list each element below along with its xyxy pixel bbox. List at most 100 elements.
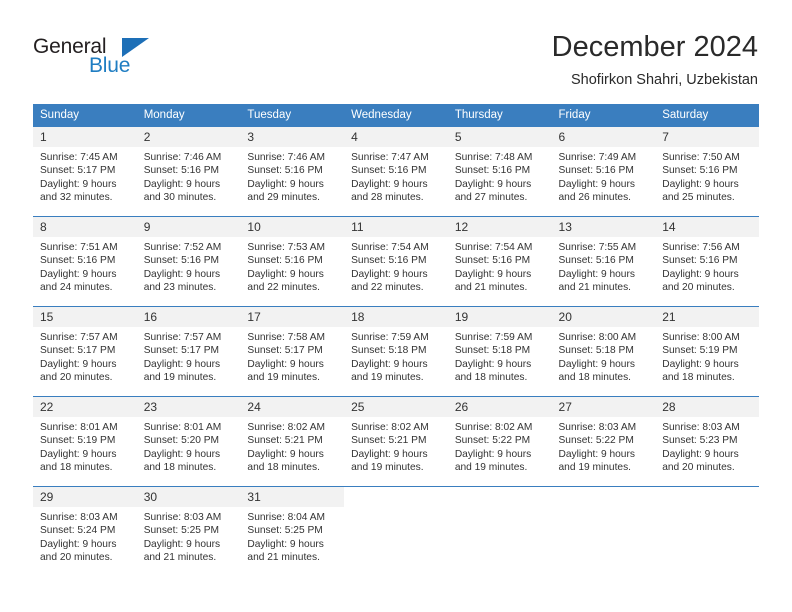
sunset-text: Sunset: 5:21 PM: [247, 435, 323, 447]
day-details: Sunrise: 7:57 AM Sunset: 5:17 PM Dayligh…: [33, 327, 137, 385]
sunset-text: Sunset: 5:16 PM: [662, 255, 738, 267]
calendar-day-cell[interactable]: 14 Sunrise: 7:56 AM Sunset: 5:16 PM Dayl…: [655, 216, 759, 307]
daylight-text-line1: Daylight: 9 hours: [247, 268, 324, 280]
day-number: 6: [551, 127, 656, 147]
calendar-day-cell[interactable]: 26 Sunrise: 8:02 AM Sunset: 5:22 PM Dayl…: [447, 396, 552, 487]
sunset-text: Sunset: 5:16 PM: [351, 165, 427, 177]
calendar-day-cell[interactable]: 5 Sunrise: 7:48 AM Sunset: 5:16 PM Dayli…: [447, 126, 552, 217]
calendar-day-cell[interactable]: 30 Sunrise: 8:03 AM Sunset: 5:25 PM Dayl…: [136, 486, 241, 583]
day-details: Sunrise: 8:01 AM Sunset: 5:20 PM Dayligh…: [137, 417, 241, 475]
daylight-text-line2: and 18 minutes.: [143, 462, 217, 474]
sunrise-text: Sunrise: 7:57 AM: [40, 332, 118, 343]
calendar-day-cell[interactable]: 13 Sunrise: 7:55 AM Sunset: 5:16 PM Dayl…: [551, 216, 656, 307]
daylight-text-line1: Daylight: 9 hours: [662, 358, 739, 370]
calendar-day-cell[interactable]: 19 Sunrise: 7:59 AM Sunset: 5:18 PM Dayl…: [447, 306, 552, 397]
calendar-day-cell[interactable]: 8 Sunrise: 7:51 AM Sunset: 5:16 PM Dayli…: [33, 216, 137, 307]
day-details: Sunrise: 8:04 AM Sunset: 5:25 PM Dayligh…: [240, 507, 344, 565]
day-details: Sunrise: 8:02 AM Sunset: 5:21 PM Dayligh…: [344, 417, 448, 475]
sunrise-text: Sunrise: 7:57 AM: [143, 332, 222, 343]
general-blue-logo[interactable]: General Blue: [33, 36, 183, 82]
calendar-day-cell[interactable]: 25 Sunrise: 8:02 AM Sunset: 5:21 PM Dayl…: [344, 396, 448, 487]
sunrise-text: Sunrise: 8:03 AM: [40, 512, 118, 523]
calendar-day-cell[interactable]: 28 Sunrise: 8:03 AM Sunset: 5:23 PM Dayl…: [655, 396, 759, 487]
day-number: [447, 487, 552, 507]
day-details: Sunrise: 7:54 AM Sunset: 5:16 PM Dayligh…: [344, 237, 448, 295]
day-number: 13: [551, 217, 656, 237]
sunset-text: Sunset: 5:22 PM: [454, 435, 531, 447]
sunset-text: Sunset: 5:17 PM: [40, 165, 116, 177]
daylight-text-line1: Daylight: 9 hours: [143, 538, 221, 550]
daylight-text-line1: Daylight: 9 hours: [40, 358, 117, 370]
calendar-day-cell[interactable]: 10 Sunrise: 7:53 AM Sunset: 5:16 PM Dayl…: [240, 216, 345, 307]
day-details: Sunrise: 8:03 AM Sunset: 5:24 PM Dayligh…: [33, 507, 137, 565]
daylight-text-line2: and 19 minutes.: [351, 462, 424, 474]
sunrise-text: Sunrise: 7:55 AM: [558, 242, 637, 253]
day-number: 10: [240, 217, 345, 237]
day-number: 15: [33, 307, 137, 327]
calendar-day-cell[interactable]: 18 Sunrise: 7:59 AM Sunset: 5:18 PM Dayl…: [344, 306, 448, 397]
daylight-text-line1: Daylight: 9 hours: [40, 268, 117, 280]
calendar-day-cell[interactable]: 31 Sunrise: 8:04 AM Sunset: 5:25 PM Dayl…: [240, 486, 345, 583]
calendar-table: Sunday Monday Tuesday Wednesday Thursday…: [33, 104, 759, 583]
day-details: Sunrise: 8:02 AM Sunset: 5:22 PM Dayligh…: [448, 417, 552, 475]
day-number: 1: [33, 127, 137, 147]
calendar-day-cell[interactable]: 11 Sunrise: 7:54 AM Sunset: 5:16 PM Dayl…: [344, 216, 448, 307]
calendar-page: General Blue December 2024 Shofirkon Sha…: [0, 0, 792, 612]
daylight-text-line1: Daylight: 9 hours: [558, 448, 635, 460]
daylight-text-line2: and 24 minutes.: [40, 282, 113, 294]
calendar-day-cell[interactable]: 24 Sunrise: 8:02 AM Sunset: 5:21 PM Dayl…: [240, 396, 345, 487]
calendar-day-cell[interactable]: 21 Sunrise: 8:00 AM Sunset: 5:19 PM Dayl…: [655, 306, 759, 397]
sunrise-text: Sunrise: 8:02 AM: [351, 422, 429, 433]
daylight-text-line1: Daylight: 9 hours: [454, 268, 532, 280]
daylight-text-line1: Daylight: 9 hours: [247, 538, 324, 550]
calendar-day-cell[interactable]: 6 Sunrise: 7:49 AM Sunset: 5:16 PM Dayli…: [551, 126, 656, 217]
calendar-day-cell[interactable]: 29 Sunrise: 8:03 AM Sunset: 5:24 PM Dayl…: [33, 486, 137, 583]
calendar-week-row: 15 Sunrise: 7:57 AM Sunset: 5:17 PM Dayl…: [33, 306, 759, 397]
day-number: 16: [136, 307, 241, 327]
weekday-header-sunday: Sunday: [33, 104, 137, 127]
calendar-day-cell[interactable]: 4 Sunrise: 7:47 AM Sunset: 5:16 PM Dayli…: [344, 126, 448, 217]
title-block: December 2024 Shofirkon Shahri, Uzbekist…: [552, 30, 758, 90]
sunset-text: Sunset: 5:17 PM: [143, 345, 220, 357]
calendar-day-cell[interactable]: 23 Sunrise: 8:01 AM Sunset: 5:20 PM Dayl…: [136, 396, 241, 487]
day-number: 17: [240, 307, 345, 327]
daylight-text-line1: Daylight: 9 hours: [247, 448, 324, 460]
daylight-text-line1: Daylight: 9 hours: [143, 268, 221, 280]
sunset-text: Sunset: 5:24 PM: [40, 525, 116, 537]
calendar-day-cell[interactable]: 2 Sunrise: 7:46 AM Sunset: 5:16 PM Dayli…: [136, 126, 241, 217]
calendar-day-cell[interactable]: 9 Sunrise: 7:52 AM Sunset: 5:16 PM Dayli…: [136, 216, 241, 307]
day-details: Sunrise: 7:59 AM Sunset: 5:18 PM Dayligh…: [344, 327, 448, 385]
sunrise-text: Sunrise: 8:02 AM: [247, 422, 325, 433]
calendar-day-cell[interactable]: 22 Sunrise: 8:01 AM Sunset: 5:19 PM Dayl…: [33, 396, 137, 487]
daylight-text-line1: Daylight: 9 hours: [143, 178, 221, 190]
sunset-text: Sunset: 5:16 PM: [247, 165, 323, 177]
calendar-day-cell[interactable]: 15 Sunrise: 7:57 AM Sunset: 5:17 PM Dayl…: [33, 306, 137, 397]
day-details: Sunrise: 7:53 AM Sunset: 5:16 PM Dayligh…: [240, 237, 344, 295]
daylight-text-line1: Daylight: 9 hours: [351, 268, 428, 280]
day-details: Sunrise: 7:57 AM Sunset: 5:17 PM Dayligh…: [137, 327, 241, 385]
sunrise-text: Sunrise: 7:52 AM: [143, 242, 222, 253]
daylight-text-line1: Daylight: 9 hours: [351, 358, 428, 370]
calendar-week-row: 1 Sunrise: 7:45 AM Sunset: 5:17 PM Dayli…: [33, 126, 759, 217]
calendar-day-cell[interactable]: 27 Sunrise: 8:03 AM Sunset: 5:22 PM Dayl…: [551, 396, 656, 487]
day-details: Sunrise: 8:01 AM Sunset: 5:19 PM Dayligh…: [33, 417, 137, 475]
calendar-day-cell[interactable]: 16 Sunrise: 7:57 AM Sunset: 5:17 PM Dayl…: [136, 306, 241, 397]
daylight-text-line1: Daylight: 9 hours: [247, 178, 324, 190]
sunrise-text: Sunrise: 8:00 AM: [558, 332, 637, 343]
day-details: Sunrise: 7:52 AM Sunset: 5:16 PM Dayligh…: [137, 237, 241, 295]
daylight-text-line1: Daylight: 9 hours: [662, 448, 739, 460]
daylight-text-line2: and 18 minutes.: [247, 462, 320, 474]
calendar-day-cell[interactable]: 7 Sunrise: 7:50 AM Sunset: 5:16 PM Dayli…: [655, 126, 759, 217]
day-number: 25: [344, 397, 448, 417]
daylight-text-line2: and 25 minutes.: [662, 192, 735, 204]
calendar-week-row: 22 Sunrise: 8:01 AM Sunset: 5:19 PM Dayl…: [33, 396, 759, 487]
calendar-day-cell[interactable]: 1 Sunrise: 7:45 AM Sunset: 5:17 PM Dayli…: [33, 126, 137, 217]
calendar-day-cell[interactable]: 17 Sunrise: 7:58 AM Sunset: 5:17 PM Dayl…: [240, 306, 345, 397]
daylight-text-line2: and 21 minutes.: [454, 282, 528, 294]
calendar-day-cell[interactable]: 12 Sunrise: 7:54 AM Sunset: 5:16 PM Dayl…: [447, 216, 552, 307]
calendar-day-cell[interactable]: 3 Sunrise: 7:46 AM Sunset: 5:16 PM Dayli…: [240, 126, 345, 217]
sunset-text: Sunset: 5:18 PM: [558, 345, 634, 357]
calendar-day-cell[interactable]: 20 Sunrise: 8:00 AM Sunset: 5:18 PM Dayl…: [551, 306, 656, 397]
daylight-text-line2: and 18 minutes.: [558, 372, 632, 384]
day-details: Sunrise: 7:49 AM Sunset: 5:16 PM Dayligh…: [552, 147, 656, 205]
